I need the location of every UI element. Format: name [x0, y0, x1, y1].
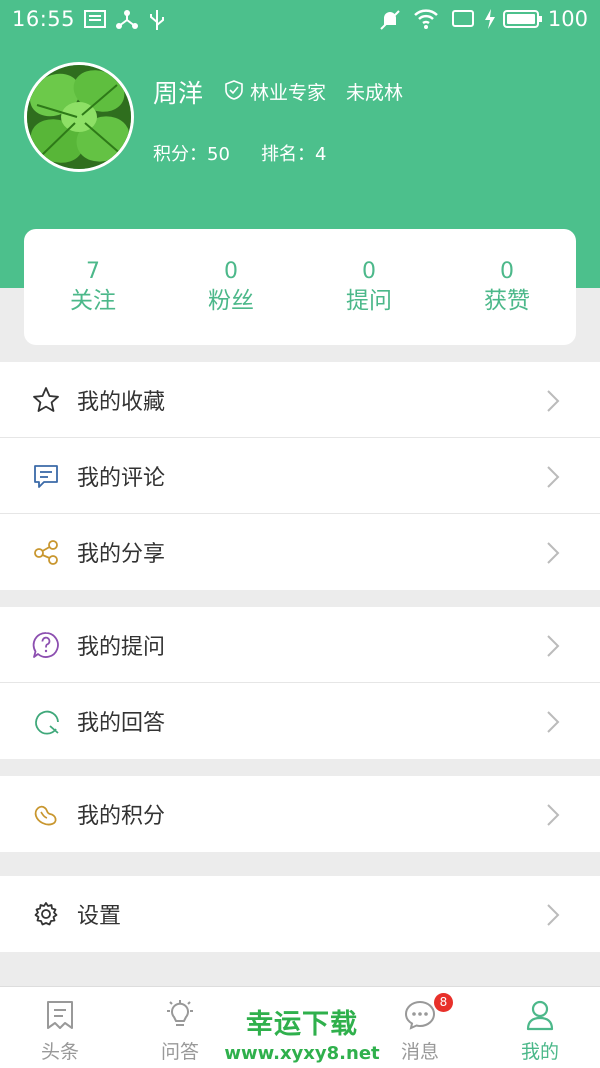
menu-group-activity: 我的收藏 我的评论 我的分享	[0, 362, 600, 590]
plant-avatar-image	[27, 65, 131, 169]
menu-item-questions-label: 我的提问	[77, 635, 166, 660]
watermark-title: 幸运下载	[246, 1009, 358, 1040]
news-icon	[47, 1001, 73, 1029]
tab-headlines[interactable]: 头条	[0, 987, 120, 1068]
menu-item-comments-label: 我的评论	[77, 466, 166, 491]
answer-bubble-icon	[35, 710, 59, 735]
mute-icon	[380, 10, 400, 30]
coin-bean-icon	[34, 805, 57, 826]
stat-following[interactable]: 7 关注	[24, 229, 162, 345]
stat-following-label: 关注	[70, 288, 116, 314]
stats-card: 7 关注 0 粉丝 0 提问 0 获赞	[24, 229, 576, 345]
gear-icon	[34, 902, 58, 926]
stat-questions[interactable]: 0 提问	[300, 229, 438, 345]
star-icon	[33, 387, 59, 412]
site-watermark: 幸运下载 www.xyxy8.net	[222, 1002, 382, 1064]
lightbulb-icon	[167, 1000, 193, 1026]
user-role: 林业专家	[250, 82, 327, 104]
menu-item-favorites[interactable]: 我的收藏	[0, 362, 600, 438]
menu-group-points: 我的积分	[0, 776, 600, 852]
chevron-right-icon	[547, 904, 560, 926]
menu-group-qa: 我的提问 我的回答	[0, 607, 600, 759]
menu-item-settings[interactable]: 设置	[0, 876, 600, 952]
status-bar: 16:55 100	[0, 0, 600, 40]
menu-item-points-label: 我的积分	[77, 804, 166, 829]
person-icon	[526, 1000, 554, 1031]
menu-item-answers-label: 我的回答	[77, 711, 166, 736]
tab-mine[interactable]: 我的	[480, 987, 600, 1068]
user-level: 未成林	[346, 82, 404, 104]
stat-followers-label: 粉丝	[208, 288, 254, 314]
messages-unread-badge: 8	[434, 993, 453, 1012]
comment-icon	[34, 465, 58, 488]
tab-mine-label: 我的	[520, 1041, 559, 1063]
tab-headlines-label: 头条	[40, 1041, 79, 1063]
share-icon	[34, 540, 58, 565]
screen-rotation-icon	[452, 10, 474, 27]
wifi-icon	[414, 9, 438, 29]
stat-questions-count: 0	[362, 259, 376, 284]
battery-percent: 100	[547, 7, 588, 31]
usb-debug-icon	[116, 10, 138, 29]
menu-item-comments[interactable]: 我的评论	[0, 438, 600, 514]
charging-icon	[485, 9, 495, 29]
user-points: 积分：50	[153, 144, 230, 165]
stat-following-count: 7	[86, 259, 100, 284]
menu-item-settings-label: 设置	[77, 904, 122, 929]
chevron-right-icon	[547, 804, 560, 826]
menu-group-settings: 设置	[0, 876, 600, 952]
watermark-url: www.xyxy8.net	[224, 1043, 380, 1064]
stat-likes-count: 0	[500, 259, 514, 284]
stat-questions-label: 提问	[346, 288, 392, 314]
user-ranking: 排名：4	[261, 144, 327, 165]
battery-icon	[503, 10, 542, 28]
menu-item-questions[interactable]: 我的提问	[0, 607, 600, 683]
stat-likes-label: 获赞	[484, 288, 530, 314]
chevron-right-icon	[547, 711, 560, 733]
chat-bubble-icon	[404, 1000, 436, 1030]
question-bubble-icon	[32, 632, 59, 658]
shield-check-icon	[225, 80, 243, 100]
username: 周洋	[153, 79, 204, 108]
chevron-right-icon	[547, 635, 560, 657]
usb-icon	[150, 10, 164, 30]
menu-item-shares[interactable]: 我的分享	[0, 514, 600, 590]
stat-followers[interactable]: 0 粉丝	[162, 229, 300, 345]
menu-item-shares-label: 我的分享	[77, 542, 166, 567]
stat-likes[interactable]: 0 获赞	[438, 229, 576, 345]
chevron-right-icon	[547, 390, 560, 412]
chevron-right-icon	[547, 466, 560, 488]
notification-app-icon	[84, 10, 106, 28]
chevron-right-icon	[547, 542, 560, 564]
menu-item-favorites-label: 我的收藏	[77, 390, 166, 415]
menu-item-points[interactable]: 我的积分	[0, 776, 600, 852]
stat-followers-count: 0	[224, 259, 238, 284]
avatar[interactable]	[24, 62, 134, 172]
status-time: 16:55	[12, 7, 76, 31]
menu-item-answers[interactable]: 我的回答	[0, 683, 600, 759]
